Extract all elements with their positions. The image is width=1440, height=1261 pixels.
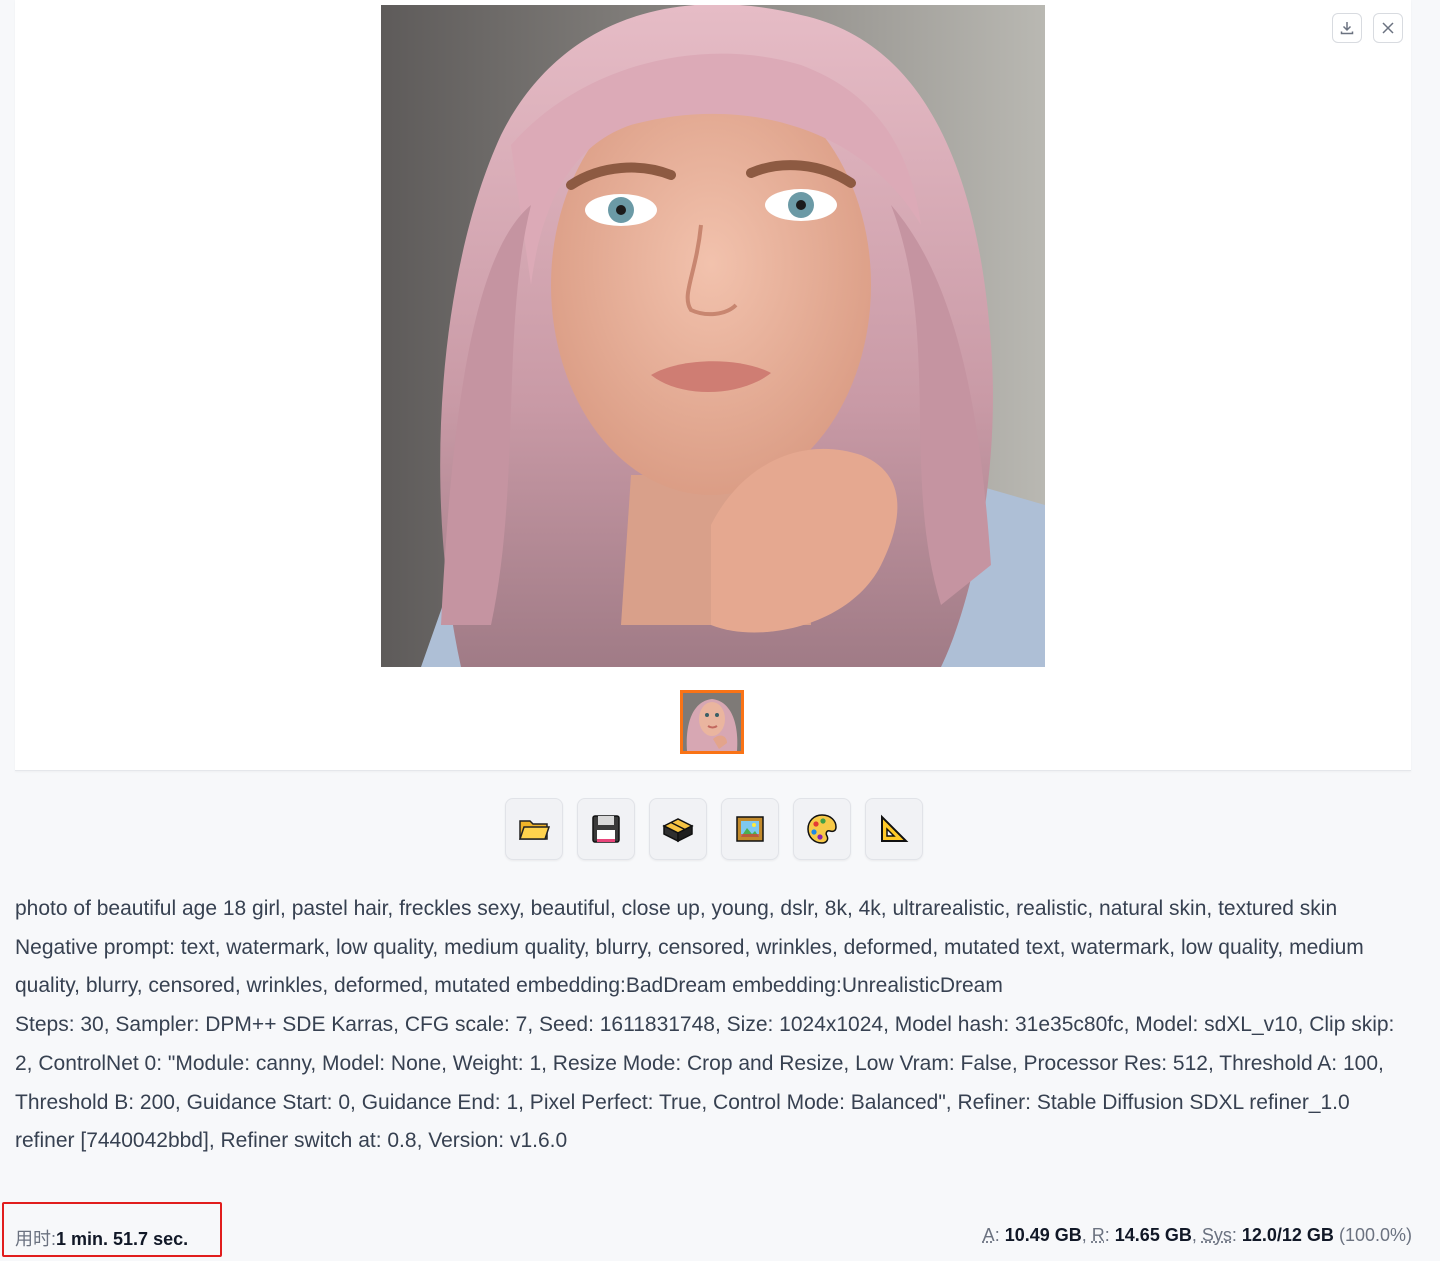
- parameters-text: Steps: 30, Sampler: DPM++ SDE Karras, CF…: [15, 1013, 1395, 1153]
- mem-sys-value: 12.0/12 GB: [1241, 1225, 1334, 1245]
- download-button[interactable]: [1332, 13, 1362, 43]
- floppy-disk-icon: [592, 815, 620, 843]
- time-taken: 用时:1 min. 51.7 sec.: [15, 1225, 188, 1251]
- close-icon: [1382, 22, 1394, 34]
- gallery-panel: [15, 0, 1411, 771]
- save-button[interactable]: [577, 798, 635, 860]
- mem-a-value: 10.49 GB: [1004, 1225, 1082, 1245]
- mem-sys-label: Sys: [1201, 1225, 1232, 1245]
- mem-a-label: A: [982, 1225, 995, 1245]
- mem-r-value: 14.65 GB: [1114, 1225, 1192, 1245]
- open-folder-button[interactable]: [505, 798, 563, 860]
- palette-icon: [807, 814, 837, 844]
- send-to-inpaint-button[interactable]: [793, 798, 851, 860]
- send-to-img2img-button[interactable]: [721, 798, 779, 860]
- mem-sys-percent: (100.0%): [1338, 1225, 1412, 1245]
- package-icon: [662, 818, 694, 843]
- prompt-text: photo of beautiful age 18 girl, pastel h…: [15, 897, 1338, 920]
- negative-prompt-text: Negative prompt: text, watermark, low qu…: [15, 935, 1364, 998]
- zip-button[interactable]: [649, 798, 707, 860]
- folder-icon: [518, 820, 551, 840]
- framed-picture-icon: [736, 816, 764, 842]
- close-button[interactable]: [1373, 13, 1403, 43]
- generation-info: photo of beautiful age 18 girl, pastel h…: [15, 890, 1411, 1161]
- memory-stats: A: 10.49 GB, R: 14.65 GB, Sys: 12.0/12 G…: [982, 1225, 1412, 1245]
- portrait-illustration: [381, 5, 1045, 667]
- thumbnail-image: [683, 693, 741, 751]
- mem-r-label: R: [1091, 1225, 1105, 1245]
- time-value: 1 min. 51.7 sec.: [56, 1229, 189, 1249]
- time-label: 用时:: [15, 1229, 57, 1249]
- send-to-extras-button[interactable]: [865, 798, 923, 860]
- download-icon: [1340, 22, 1354, 35]
- image-toolbar: [505, 798, 923, 860]
- generated-image[interactable]: [381, 5, 1045, 667]
- gallery-thumbnail-selected[interactable]: [680, 690, 744, 754]
- triangular-ruler-icon: [881, 814, 909, 842]
